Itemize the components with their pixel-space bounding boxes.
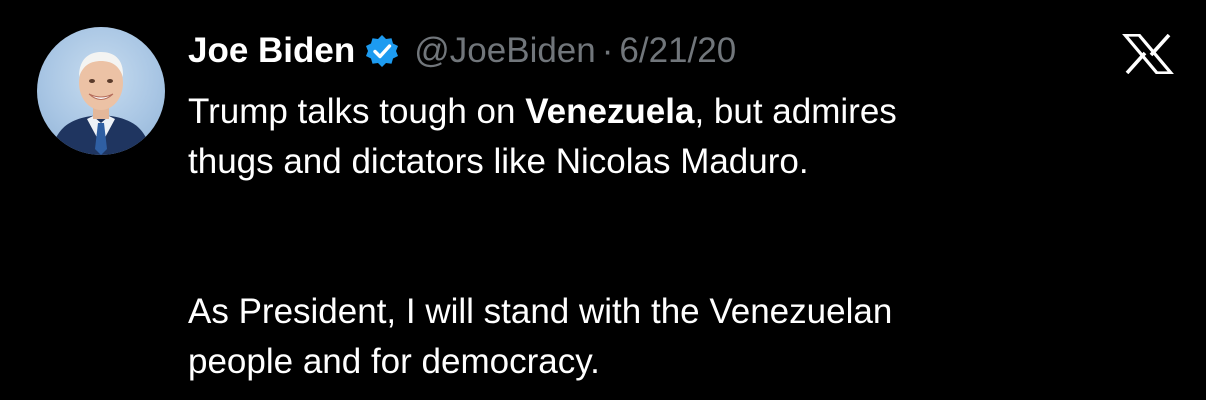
tweet-header: Joe Biden @JoeBiden · 6/21/20	[188, 26, 736, 76]
author-name[interactable]: Joe Biden	[188, 31, 355, 71]
separator-dot: ·	[601, 31, 614, 70]
x-logo-icon	[1121, 33, 1175, 75]
author-handle[interactable]: @JoeBiden	[414, 31, 595, 71]
bold-keyword: Venezuela	[525, 92, 695, 131]
tweet-text: Trump talks tough on Venezuela, but admi…	[188, 87, 1178, 387]
avatar[interactable]	[37, 27, 165, 155]
tweet-line-2: thugs and dictators like Nicolas Maduro.	[188, 142, 809, 181]
avatar-portrait	[51, 52, 151, 155]
verified-badge-icon	[364, 33, 400, 69]
line1-prefix: Trump talks tough on	[188, 92, 526, 131]
tweet-line-4: people and for democracy.	[188, 342, 600, 381]
tweet-line-1: Trump talks tough on Venezuela, but admi…	[188, 87, 1178, 137]
tweet-line-3: As President, I will stand with the Vene…	[188, 292, 893, 331]
line1-suffix: , but admires	[694, 92, 897, 131]
tweet-date[interactable]: 6/21/20	[619, 31, 736, 71]
tweet-card[interactable]: Joe Biden @JoeBiden · 6/21/20 Trump talk…	[0, 0, 1206, 400]
